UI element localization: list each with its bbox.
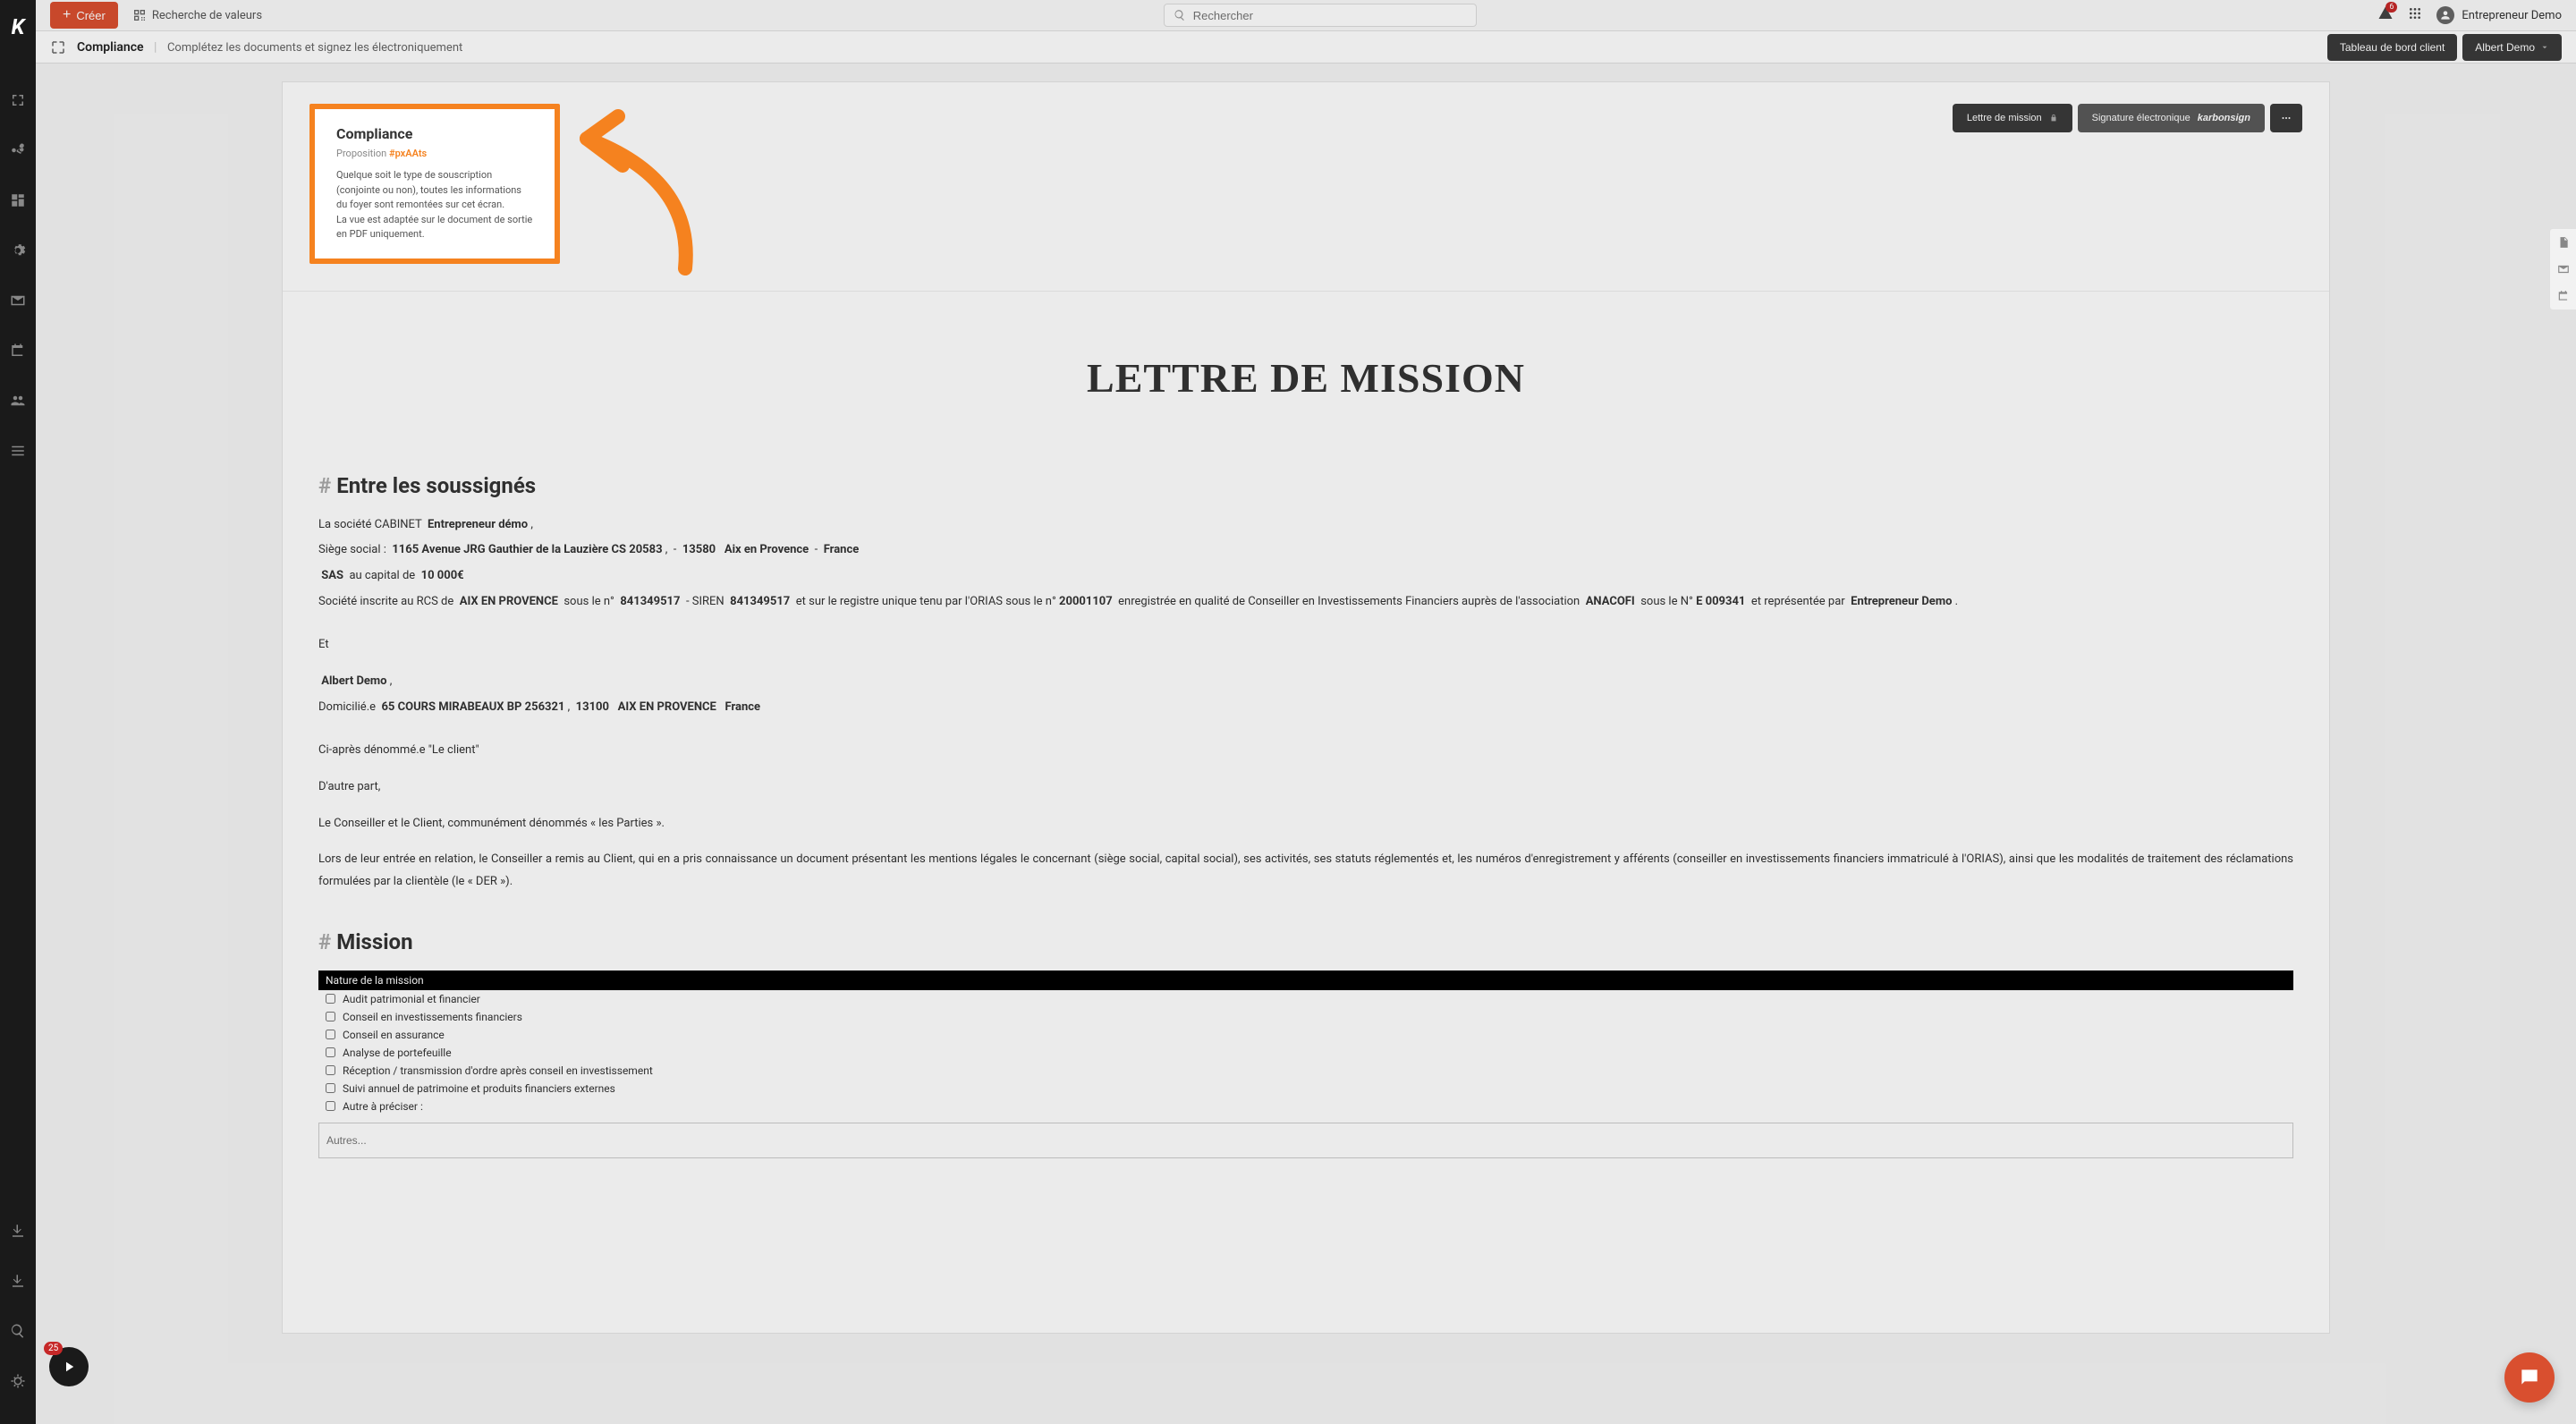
info-banner: Compliance Proposition #pxAAts Quelque s…: [283, 82, 2329, 292]
list-icon[interactable]: [9, 442, 27, 460]
mission-checkbox[interactable]: [326, 1083, 335, 1093]
lettre-mission-button[interactable]: Lettre de mission: [1953, 104, 2072, 132]
mission-row: Audit patrimonial et financier: [318, 990, 2293, 1008]
section-mission: Mission: [318, 929, 2293, 954]
people-icon[interactable]: [9, 392, 27, 410]
mission-label: Conseil en assurance: [343, 1029, 445, 1041]
banner-desc-line1: Quelque soit le type de souscription (co…: [336, 168, 533, 213]
mission-checkbox[interactable]: [326, 1101, 335, 1111]
mission-checkbox[interactable]: [326, 1012, 335, 1021]
right-float-panel: [2549, 228, 2576, 310]
chat-icon: [2518, 1366, 2541, 1389]
notification-badge: 6: [2385, 2, 2397, 13]
mission-table-header: Nature de la mission: [318, 971, 2293, 990]
proposition-hash: #pxAAts: [389, 148, 427, 159]
mission-row: Suivi annuel de patrimoine et produits f…: [318, 1080, 2293, 1098]
apps-icon[interactable]: [2408, 6, 2422, 24]
proposition-label: Proposition: [336, 148, 386, 159]
lock-icon: [2049, 114, 2058, 123]
dashboard-icon[interactable]: [9, 191, 27, 209]
download2-icon[interactable]: [9, 1272, 27, 1290]
mission-row: Réception / transmission d'ordre après c…: [318, 1062, 2293, 1080]
signature-button[interactable]: Signature électronique karbonsign: [2078, 104, 2265, 132]
section-soussignes: Entre les soussignés: [318, 473, 2293, 498]
breadcrumb-desc: Complétez les documents et signez les él…: [167, 41, 462, 55]
banner-title: Compliance: [336, 125, 533, 142]
document-card: Compliance Proposition #pxAAts Quelque s…: [282, 81, 2330, 1334]
chevron-down-icon: [2540, 43, 2549, 52]
float-calendar-icon[interactable]: [2550, 283, 2576, 309]
search-bottom-icon[interactable]: [9, 1322, 27, 1340]
float-mail-icon[interactable]: [2550, 256, 2576, 283]
play-count: 25: [44, 1342, 63, 1355]
chat-button[interactable]: [2504, 1352, 2555, 1403]
gear-icon[interactable]: [9, 242, 27, 259]
qr-icon: [132, 8, 147, 22]
mission-row: Analyse de portefeuille: [318, 1044, 2293, 1062]
create-button[interactable]: Créer: [50, 2, 118, 29]
notification-icon[interactable]: 6: [2377, 5, 2394, 25]
sub-header: Compliance | Complétez les documents et …: [36, 31, 2576, 64]
avatar-icon: [2436, 6, 2454, 24]
mission-checkbox[interactable]: [326, 1047, 335, 1057]
search-box[interactable]: [1164, 4, 1477, 27]
mission-checkbox[interactable]: [326, 994, 335, 1004]
search-values-label: Recherche de valeurs: [152, 9, 262, 22]
calendar-icon[interactable]: [9, 342, 27, 360]
mission-row: Autre à préciser :: [318, 1098, 2293, 1115]
fullscreen-icon[interactable]: [50, 39, 66, 55]
breadcrumb-title: Compliance: [77, 40, 144, 55]
breadcrumb: Compliance | Complétez les documents et …: [77, 40, 462, 55]
mail-icon[interactable]: [9, 292, 27, 309]
app-logo[interactable]: K: [12, 14, 25, 39]
highlighted-title-box: Compliance Proposition #pxAAts Quelque s…: [309, 104, 560, 264]
user-menu[interactable]: Entrepreneur Demo: [2436, 6, 2562, 24]
left-sidebar: K: [0, 0, 36, 1424]
annotation-arrow: [542, 98, 739, 277]
more-icon: [2281, 113, 2292, 123]
client-button[interactable]: Albert Demo: [2462, 34, 2562, 61]
search-icon: [1174, 9, 1186, 21]
share-icon[interactable]: [9, 141, 27, 159]
banner-desc-line2: La vue est adaptée sur le document de so…: [336, 213, 533, 242]
download-icon[interactable]: [9, 1222, 27, 1240]
mission-label: Autre à préciser :: [343, 1100, 423, 1113]
content-area: Compliance Proposition #pxAAts Quelque s…: [36, 64, 2576, 1424]
expand-icon[interactable]: [9, 91, 27, 109]
document-body: LETTRE DE MISSION Entre les soussignés L…: [283, 292, 2329, 1194]
mission-label: Réception / transmission d'ordre après c…: [343, 1064, 653, 1077]
document-title: LETTRE DE MISSION: [318, 354, 2293, 402]
play-badge[interactable]: 25: [49, 1347, 89, 1386]
mission-label: Suivi annuel de patrimoine et produits f…: [343, 1082, 615, 1095]
brightness-icon[interactable]: [9, 1372, 27, 1390]
user-name-label: Entrepreneur Demo: [2462, 9, 2562, 22]
mission-label: Conseil en investissements financiers: [343, 1011, 522, 1023]
dashboard-button[interactable]: Tableau de bord client: [2327, 34, 2457, 61]
top-bar: Créer Recherche de valeurs 6 Entrepreneu…: [36, 0, 2576, 31]
mission-row: Conseil en investissements financiers: [318, 1008, 2293, 1026]
mission-label: Audit patrimonial et financier: [343, 993, 480, 1005]
autres-input[interactable]: [318, 1123, 2293, 1158]
search-values-link[interactable]: Recherche de valeurs: [132, 8, 262, 22]
mission-checkbox[interactable]: [326, 1065, 335, 1075]
mission-row: Conseil en assurance: [318, 1026, 2293, 1044]
mission-label: Analyse de portefeuille: [343, 1047, 452, 1059]
more-button[interactable]: [2270, 104, 2302, 132]
play-icon: [61, 1359, 77, 1375]
mission-checkbox[interactable]: [326, 1030, 335, 1039]
float-doc-icon[interactable]: [2550, 229, 2576, 256]
search-input[interactable]: [1193, 9, 1467, 22]
